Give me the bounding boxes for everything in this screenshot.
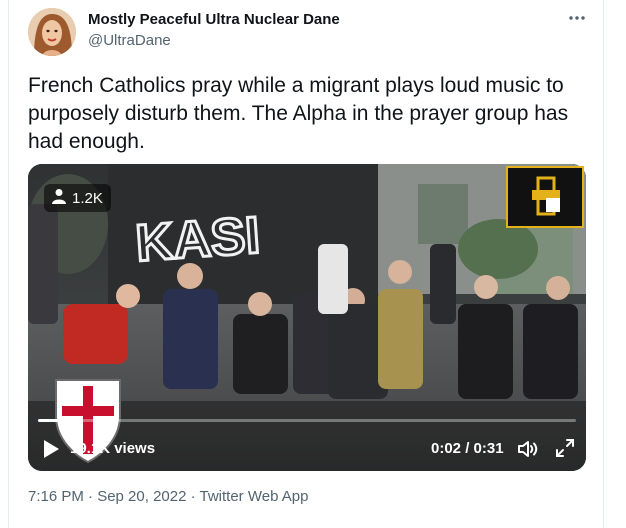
person-icon <box>52 188 66 208</box>
author-name[interactable]: Mostly Peaceful Ultra Nuclear Dane <box>88 11 340 28</box>
more-options-icon[interactable] <box>566 10 588 26</box>
tweet-text: French Catholics pray while a migrant pl… <box>28 74 569 153</box>
video-badge-count: 1.2K <box>72 189 103 207</box>
play-icon[interactable] <box>41 438 61 460</box>
avatar[interactable] <box>28 8 76 56</box>
video-progress-fill <box>38 419 73 422</box>
wall-graffiti: KASI <box>134 206 262 273</box>
fullscreen-icon[interactable] <box>554 437 576 459</box>
tweet-timestamp[interactable]: 7:16 PM · Sep 20, 2022 · Twitter Web App <box>28 488 308 505</box>
video-views-badge: 1.2K <box>44 184 111 212</box>
video-progress-bar[interactable] <box>38 419 576 422</box>
channel-logo <box>506 166 584 228</box>
video-view-count: 19.1K views <box>70 440 156 457</box>
video-time: 0:02 / 0:31 <box>431 440 504 457</box>
volume-icon[interactable] <box>516 437 540 461</box>
author-handle[interactable]: @UltraDane <box>88 32 171 49</box>
